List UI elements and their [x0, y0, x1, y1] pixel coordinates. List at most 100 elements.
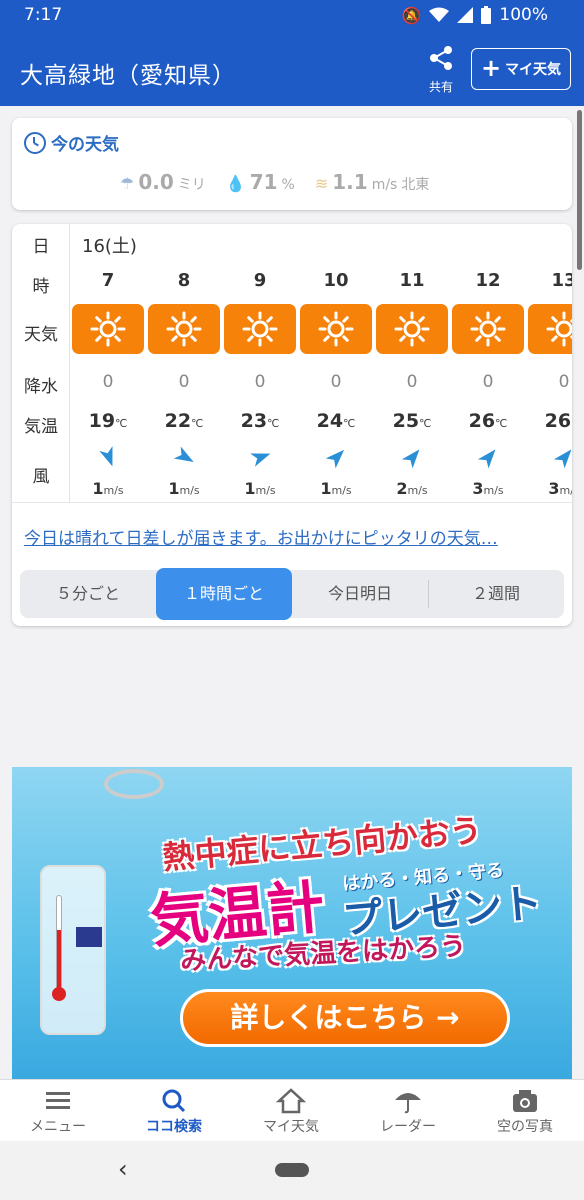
- banner-details-button[interactable]: 詳しくはこちら →: [180, 989, 510, 1047]
- hour-column: 11 0 25℃ 2m/s: [375, 224, 449, 502]
- temp-value: 23℃: [223, 410, 297, 432]
- temp-value: 24℃: [299, 410, 373, 432]
- wind-speed: 2m/s: [375, 479, 449, 498]
- hour-column: 12 0 26℃ 3m/s: [451, 224, 525, 502]
- humidity-unit: %: [281, 177, 295, 193]
- wind-icon: ≋: [314, 174, 329, 193]
- heatstroke-campaign-banner[interactable]: 熱中症に立ち向かおう 気温計 はかる・知る・守る プレゼント みんなで気温をはか…: [12, 767, 572, 1079]
- sunny-weather-tile: [148, 304, 220, 354]
- wind-direction: 北東: [401, 177, 430, 193]
- radar-umbrella-icon: [395, 1093, 421, 1114]
- sunny-weather-tile: [224, 304, 296, 354]
- status-bar: 7:17 🔕 100%: [0, 0, 584, 32]
- hour-column: 7 0 19℃ 1m/s: [71, 224, 145, 502]
- status-time: 7:17: [24, 5, 63, 25]
- share-icon: [430, 46, 452, 70]
- search-icon: [162, 1089, 186, 1113]
- temp-unit: ℃: [191, 417, 204, 430]
- current-weather-card[interactable]: 今の天気 ☂ 0.0 ミリ 💧 71 % ≋ 1.1 m/s 北東: [12, 118, 572, 210]
- wifi-icon: [429, 7, 450, 22]
- temp-unit: ℃: [495, 417, 508, 430]
- wind-speed: 3m/s: [527, 479, 572, 498]
- hour-label: 8: [177, 270, 191, 291]
- hour-label: 11: [399, 270, 425, 291]
- hour-label: 13: [551, 270, 572, 291]
- current-weather-title: 今の天気: [24, 130, 119, 155]
- precip-value: 0: [178, 372, 190, 392]
- home-gesture-pill[interactable]: [275, 1163, 309, 1177]
- wind-speed-number: 1: [168, 479, 180, 498]
- temp-unit: ℃: [571, 417, 572, 430]
- wind-speed-unit: m/s: [255, 484, 276, 497]
- nav-radar[interactable]: レーダー: [350, 1086, 466, 1136]
- nav-my-weather[interactable]: マイ天気: [233, 1086, 349, 1136]
- hour-label: 10: [323, 270, 349, 291]
- scrollbar[interactable]: [577, 110, 582, 270]
- hour-column: 13 0 26℃ 3m/s: [527, 224, 572, 502]
- add-my-weather-button[interactable]: + マイ天気: [471, 48, 571, 90]
- interval-tabs: ５分ごと １時間ごと 今日明日 ２週間: [20, 568, 564, 620]
- system-navigation-bar: ‹: [0, 1141, 584, 1200]
- battery-icon: [481, 6, 492, 24]
- nav-my-weather-label: マイ天気: [263, 1119, 319, 1135]
- thermometer-bulb: [52, 987, 66, 1001]
- nav-sky-photos[interactable]: 空の写真: [467, 1086, 583, 1136]
- tab-hourly[interactable]: １時間ごと: [156, 568, 292, 620]
- temp-unit: ℃: [267, 417, 280, 430]
- wind-speed-number: 1: [320, 479, 332, 498]
- hour-column: 8 0 22℃ 1m/s: [147, 224, 221, 502]
- wind-speed: 1m/s: [71, 479, 145, 498]
- temp-unit: ℃: [419, 417, 432, 430]
- precip-unit: ミリ: [177, 177, 206, 193]
- share-button[interactable]: 共有: [421, 44, 461, 96]
- humidity-value: 71: [249, 170, 278, 194]
- wind-speed-number: 1: [92, 479, 104, 498]
- humidity-drop-icon: 💧: [225, 174, 246, 193]
- status-icons: 🔕 100%: [401, 5, 548, 25]
- tab-2weeks[interactable]: ２週間: [428, 570, 564, 618]
- back-icon[interactable]: ‹: [118, 1155, 128, 1183]
- wind-speed: 1m/s: [147, 479, 221, 498]
- temp-number: 24: [316, 410, 344, 432]
- notifications-off-icon: 🔕: [401, 5, 422, 25]
- precip-stat: ☂ 0.0 ミリ: [120, 170, 206, 194]
- divider: [12, 502, 572, 503]
- row-label-weather: 天気: [24, 325, 58, 345]
- thermometer-keychain-image: [40, 865, 106, 1035]
- humidity-stat: 💧 71 %: [226, 170, 295, 194]
- nav-search[interactable]: ココ検索: [116, 1086, 232, 1136]
- wind-speed-number: 3: [472, 479, 484, 498]
- plus-icon: +: [480, 54, 502, 82]
- wind-value: 1.1: [332, 170, 368, 194]
- hourly-forecast-card: 日 時 天気 降水 気温 風 16(土) 7 0 19℃ 1m/s 8 0 22℃ 1m/s 9…: [12, 224, 572, 626]
- rain-cloud-icon: ☂: [120, 174, 135, 193]
- forecast-summary-link[interactable]: 今日は晴れて日差しが届きます。お出かけにピッタリの天気…: [24, 524, 498, 549]
- nav-search-label: ココ検索: [146, 1119, 202, 1135]
- wind-direction-arrow-icon: [173, 446, 194, 462]
- wind-speed: 1m/s: [223, 479, 297, 498]
- temp-number: 22: [164, 410, 192, 432]
- wind-speed-unit: m/s: [179, 484, 200, 497]
- home-icon: [275, 1088, 307, 1114]
- temp-unit: ℃: [343, 417, 356, 430]
- nav-menu[interactable]: メニュー: [0, 1086, 116, 1136]
- precip-value: 0: [406, 372, 418, 392]
- tab-5min[interactable]: ５分ごと: [20, 570, 156, 618]
- thermometer-icon: [56, 895, 62, 991]
- signal-icon: [457, 7, 474, 23]
- share-label: 共有: [428, 80, 453, 94]
- nav-radar-label: レーダー: [380, 1119, 436, 1135]
- wind-stat: ≋ 1.1 m/s 北東: [315, 170, 430, 194]
- sunny-weather-tile: [376, 304, 448, 354]
- temp-value: 26℃: [527, 410, 572, 432]
- wind-unit: m/s: [371, 177, 398, 193]
- temp-unit: ℃: [115, 417, 128, 430]
- temp-value: 26℃: [451, 410, 525, 432]
- temp-value: 22℃: [147, 410, 221, 432]
- sunny-weather-tile: [300, 304, 372, 354]
- battery-percent: 100%: [499, 5, 548, 25]
- wind-speed-unit: m/s: [103, 484, 124, 497]
- tab-today-tomorrow[interactable]: 今日明日: [292, 570, 428, 618]
- current-stats: ☂ 0.0 ミリ 💧 71 % ≋ 1.1 m/s 北東: [120, 170, 449, 194]
- wind-direction-arrow-icon: [553, 449, 572, 469]
